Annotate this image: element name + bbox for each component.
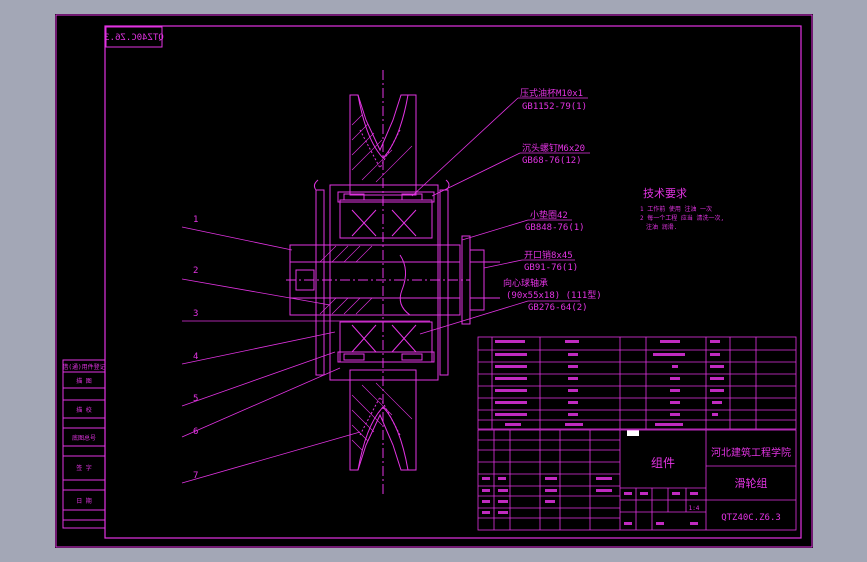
annotation-bearing-size: (90x55x18) (111型): [506, 290, 602, 301]
part-number: 4: [193, 352, 198, 362]
annotation-washer: 小垫圈42: [530, 209, 568, 221]
annotation-oil-cup: 压式油杯M10x1: [520, 87, 583, 99]
annotation-screw: 沉头螺钉M6x20: [522, 143, 585, 154]
tech-req-title: 技术要求: [643, 187, 687, 200]
assembly-label: 组件: [651, 456, 675, 470]
tech-req-item: 2 每一个工程 应当 清洗一次,: [640, 214, 724, 222]
side-label: 借(通)用件登记: [62, 363, 105, 371]
annotation-washer-std: GB848-76(1): [525, 223, 585, 233]
cad-sheet: QTZ40C.Z6.3 借(通)用件登记 描 图 描 校 底图总号 签 字 日 …: [55, 14, 813, 548]
tech-req-item: 注油 润滑.: [646, 223, 677, 231]
annotation-bearing: 向心球轴承: [503, 277, 548, 289]
drawing-paper: [55, 14, 813, 548]
drawing-number: QTZ40C.Z6.3: [721, 513, 781, 523]
annotation-bearing-std: GB276-64(2): [528, 303, 588, 313]
part-number: 5: [193, 394, 198, 404]
side-label: 日 期: [76, 497, 92, 505]
tech-req-item: 1 工作前 使用 注油 一次: [640, 205, 712, 213]
part-number: 1: [193, 215, 198, 225]
part-number: 3: [193, 309, 198, 319]
annotation-pin-std: GB91-76(1): [524, 263, 578, 273]
school-name: 河北建筑工程学院: [711, 446, 791, 459]
side-label: 签 字: [76, 464, 92, 472]
side-label: 底图总号: [72, 434, 96, 442]
annotation-screw-std: GB68-76(12): [522, 156, 582, 166]
top-code-text: QTZ40C.Z6.3: [104, 33, 164, 43]
part-number: 6: [193, 427, 198, 437]
annotation-oil-cup-std: GB1152-79(1): [522, 102, 587, 112]
scale-value: 1:4: [689, 505, 700, 512]
drawing-name: 滑轮组: [735, 476, 768, 490]
part-number: 2: [193, 266, 198, 276]
side-label: 描 校: [76, 406, 92, 414]
annotation-pin: 开口销8x45: [524, 249, 573, 261]
part-number: 7: [193, 471, 198, 481]
side-label: 描 图: [76, 377, 92, 385]
